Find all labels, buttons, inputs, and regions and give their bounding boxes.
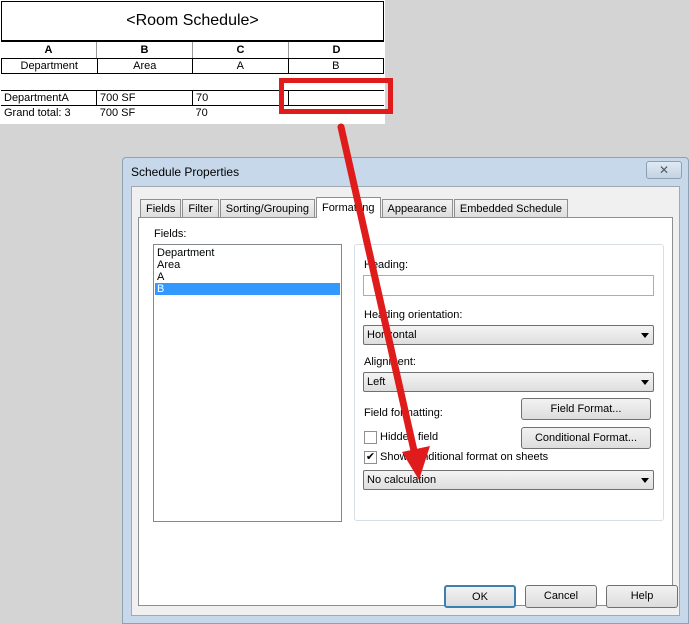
- column-letter-c[interactable]: C: [193, 42, 289, 58]
- alignment-value: Left: [367, 376, 386, 388]
- calculation-value: No calculation: [367, 474, 437, 486]
- table-cell[interactable]: 700 SF: [97, 91, 193, 105]
- hidden-field-checkbox[interactable]: [364, 431, 377, 444]
- list-item[interactable]: A: [155, 271, 340, 283]
- tab-strip: Fields Filter Sorting/Grouping Formattin…: [140, 197, 569, 218]
- formatting-panel: Fields: Department Area A B Heading: Hea…: [138, 217, 673, 606]
- schedule-title: <Room Schedule>: [1, 1, 384, 41]
- show-conditional-format-label: Show conditional format on sheets: [380, 451, 549, 463]
- heading-label: Heading:: [364, 259, 409, 271]
- dialog-title: Schedule Properties: [131, 165, 240, 179]
- dialog-body: Fields Filter Sorting/Grouping Formattin…: [131, 186, 680, 616]
- annotation-highlight-box: [279, 78, 393, 114]
- table-cell: 700 SF: [99, 107, 136, 119]
- show-conditional-format-checkbox[interactable]: ✔: [364, 451, 377, 464]
- table-cell: 70: [195, 107, 208, 119]
- field-formatting-label: Field formatting:: [364, 407, 443, 419]
- table-cell[interactable]: 70: [193, 91, 289, 105]
- list-item[interactable]: Area: [155, 259, 340, 271]
- heading-orientation-value: Horizontal: [367, 329, 417, 341]
- column-letter-b[interactable]: B: [97, 42, 193, 58]
- tab-sorting-grouping[interactable]: Sorting/Grouping: [219, 199, 315, 218]
- list-item[interactable]: Department: [155, 247, 340, 259]
- column-header-b[interactable]: B: [289, 59, 384, 73]
- chevron-down-icon: [641, 380, 649, 385]
- help-button[interactable]: Help: [606, 585, 678, 608]
- tab-embedded-schedule[interactable]: Embedded Schedule: [453, 199, 569, 218]
- column-header-row: Department Area A B: [1, 58, 384, 74]
- tab-fields[interactable]: Fields: [140, 199, 182, 218]
- cancel-button[interactable]: Cancel: [525, 585, 597, 608]
- column-letter-d[interactable]: D: [289, 42, 384, 58]
- tab-filter[interactable]: Filter: [182, 199, 219, 218]
- fields-label: Fields:: [154, 228, 187, 240]
- chevron-down-icon: [641, 478, 649, 483]
- list-item-selected[interactable]: B: [155, 283, 340, 295]
- column-header-a[interactable]: A: [193, 59, 289, 73]
- conditional-format-button[interactable]: Conditional Format...: [521, 427, 651, 449]
- chevron-down-icon: [641, 333, 649, 338]
- close-icon: ✕: [658, 163, 670, 177]
- table-cell[interactable]: DepartmentA: [1, 91, 97, 105]
- column-letter-row: A B C D: [1, 41, 384, 59]
- alignment-select[interactable]: Left: [363, 372, 654, 392]
- field-format-button[interactable]: Field Format...: [521, 398, 651, 420]
- heading-orientation-label: Heading orientation:: [364, 309, 463, 321]
- alignment-label: Alignment:: [364, 356, 416, 368]
- column-header-area[interactable]: Area: [98, 59, 193, 73]
- tab-appearance[interactable]: Appearance: [381, 199, 453, 218]
- ok-button[interactable]: OK: [444, 585, 516, 608]
- table-cell: Grand total: 3: [4, 107, 71, 119]
- close-button[interactable]: ✕: [646, 161, 682, 179]
- checkmark-icon: ✔: [365, 451, 376, 463]
- fields-list[interactable]: Department Area A B: [153, 244, 342, 522]
- heading-input[interactable]: [363, 275, 654, 296]
- column-letter-a[interactable]: A: [1, 42, 97, 58]
- hidden-field-label: Hidden field: [380, 431, 439, 443]
- calculation-select[interactable]: No calculation: [363, 470, 654, 490]
- tab-formatting[interactable]: Formatting: [315, 197, 381, 218]
- column-header-department[interactable]: Department: [2, 59, 98, 73]
- heading-orientation-select[interactable]: Horizontal: [363, 325, 654, 345]
- field-properties-group: Heading: Heading orientation: Horizontal…: [354, 244, 664, 521]
- schedule-properties-dialog: Schedule Properties ✕ Fields Filter Sort…: [122, 157, 689, 624]
